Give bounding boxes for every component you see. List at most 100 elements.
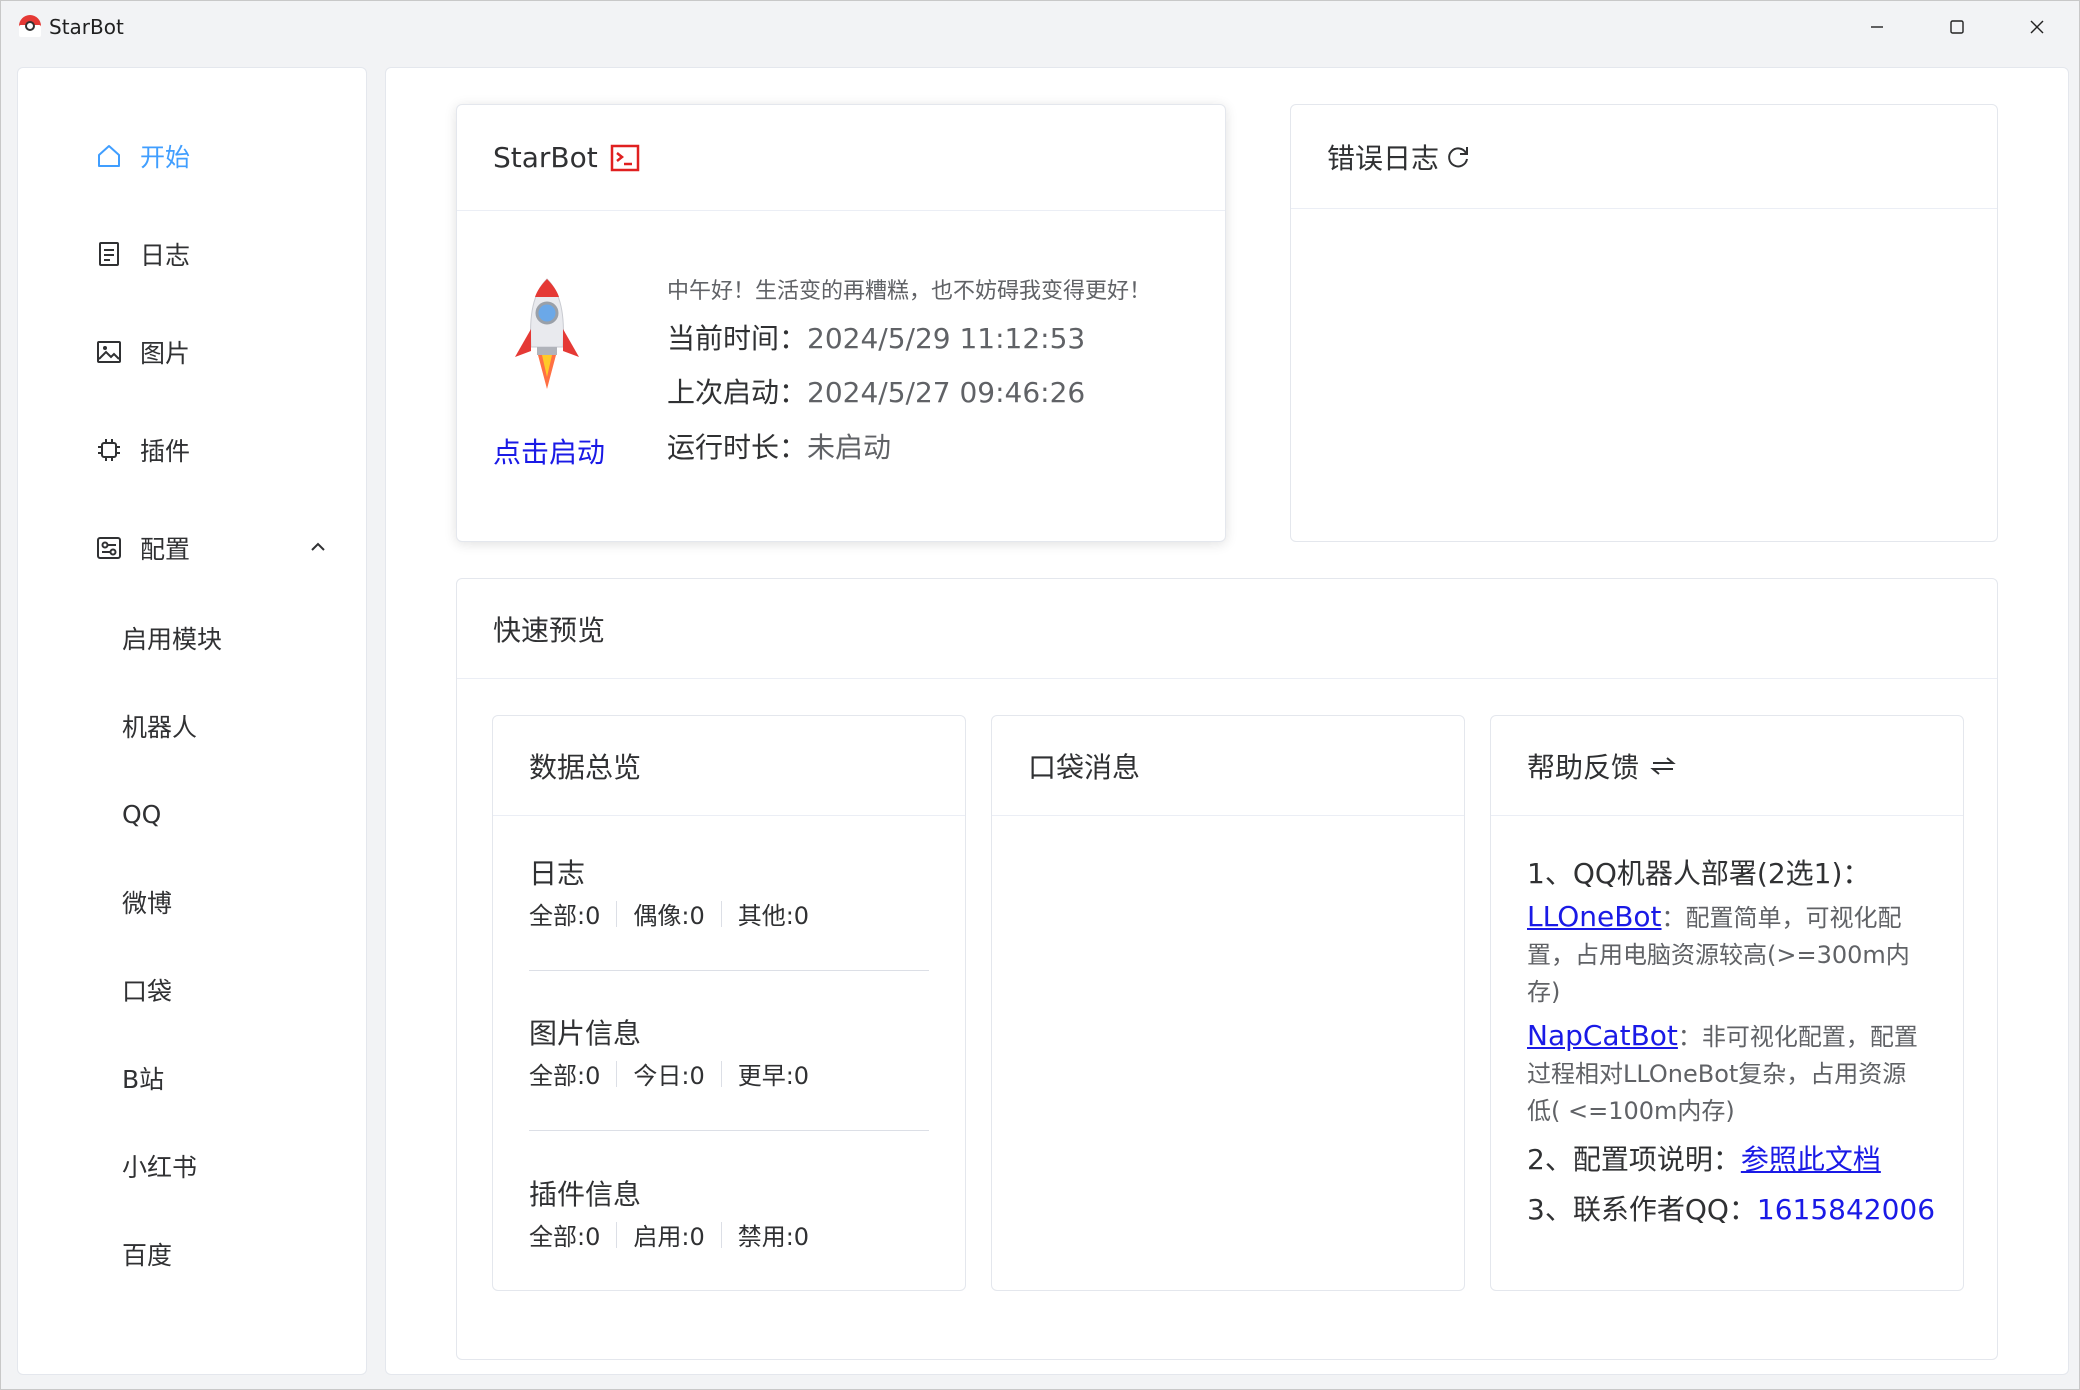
- pocket-messages-header: 口袋消息: [992, 716, 1464, 816]
- plugin-stats-title: 插件信息: [529, 1178, 642, 1211]
- stat-value: 其他:0: [737, 902, 810, 930]
- start-link[interactable]: 点击启动: [493, 431, 605, 471]
- help-feedback-title: 帮助反馈: [1527, 750, 1640, 784]
- sidebar-subitem-xiaohongshu[interactable]: 小红书: [18, 1131, 366, 1201]
- settings-panel-icon: [94, 533, 124, 563]
- napcat-desc: NapCatBot：非可视化配置，配置过程相对LLOneBot复杂，占用资源低(…: [1527, 1017, 1927, 1130]
- plugin-stats-line: 全部:0 启用:0 禁用:0: [529, 1217, 929, 1252]
- image-icon: [94, 337, 124, 367]
- help-line-3: 3、联系作者QQ：1615842006: [1527, 1188, 1935, 1228]
- sidebar-subitem-weibo[interactable]: 微博: [18, 867, 366, 937]
- help-line-2: 2、配置项说明：参照此文档: [1527, 1138, 1927, 1178]
- help-line-1: 1、QQ机器人部署(2选1)：: [1527, 857, 1871, 890]
- error-log-card: 错误日志: [1290, 104, 1998, 542]
- swap-icon[interactable]: [1649, 754, 1677, 778]
- llonebot-link[interactable]: LLOneBot: [1527, 900, 1662, 933]
- minimize-button[interactable]: [1837, 1, 1917, 53]
- sidebar-subitem-robot[interactable]: 机器人: [18, 691, 366, 761]
- title-bar: StarBot: [1, 1, 2079, 53]
- sidebar-subitem-baidu[interactable]: 百度: [18, 1219, 366, 1289]
- document-icon: [94, 239, 124, 269]
- app-logo-icon: [19, 15, 41, 37]
- help-body: 1、QQ机器人部署(2选1)： LLOneBot：配置简单，可视化配置，占用电脑…: [1527, 852, 1935, 1234]
- sidebar-item-label: 日志: [140, 241, 191, 270]
- log-stats: 日志 全部:0 偶像:0 其他:0: [529, 852, 929, 931]
- app-window: StarBot 开始 日志 图片 插件 配置 启用模块 机器人 QQ 微博 口袋…: [0, 0, 2080, 1390]
- sidebar-item-label: 插件: [140, 437, 191, 466]
- pocket-messages-card: 口袋消息: [991, 715, 1465, 1291]
- image-stats: 图片信息 全部:0 今日:0 更早:0: [529, 1012, 929, 1091]
- divider: [720, 1060, 722, 1087]
- home-icon: [94, 141, 124, 171]
- stat-value: 全部:0: [529, 902, 601, 930]
- refresh-icon[interactable]: [1445, 144, 1471, 170]
- close-button[interactable]: [1997, 1, 2077, 53]
- sidebar-item-start[interactable]: 开始: [18, 121, 366, 191]
- stat-value: 更早:0: [737, 1062, 810, 1090]
- image-stats-title: 图片信息: [529, 1017, 642, 1050]
- current-time-label: 当前时间：: [667, 322, 808, 355]
- contact-qq[interactable]: 1615842006: [1757, 1193, 1935, 1226]
- stat-value: 偶像:0: [633, 902, 705, 930]
- sidebar-item-images[interactable]: 图片: [18, 317, 366, 387]
- sidebar-item-label: 开始: [140, 143, 191, 172]
- contact-label: 3、联系作者QQ：: [1527, 1193, 1757, 1226]
- uptime-label: 运行时长：: [667, 431, 808, 464]
- divider: [616, 900, 618, 927]
- rocket-icon[interactable]: [507, 275, 587, 395]
- napcatbot-link[interactable]: NapCatBot: [1527, 1019, 1678, 1052]
- data-overview-header: 数据总览: [493, 716, 965, 816]
- sidebar-item-log[interactable]: 日志: [18, 219, 366, 289]
- chevron-up-icon: [311, 542, 325, 551]
- pocket-messages-title: 口袋消息: [1028, 750, 1141, 784]
- image-stats-line: 全部:0 今日:0 更早:0: [529, 1056, 929, 1091]
- llonebot-desc: LLOneBot：配置简单，可视化配置，占用电脑资源较高(>=300m内存): [1527, 898, 1927, 1011]
- terminal-icon[interactable]: [610, 144, 640, 172]
- divider: [529, 970, 929, 971]
- last-start-value: 2024/5/27 09:46:26: [807, 376, 1086, 409]
- main-content: StarBot 点击启动 中午好！生活变的再糟糕，也不妨碍我变得更好！ 当前时间…: [385, 67, 2069, 1375]
- starbot-card: StarBot 点击启动 中午好！生活变的再糟糕，也不妨碍我变得更好！ 当前时间…: [456, 104, 1226, 542]
- help-feedback-header: 帮助反馈: [1491, 716, 1963, 816]
- data-overview-card: 数据总览 日志 全部:0 偶像:0 其他:0 图片信息 全部:0 今日:0 更早…: [492, 715, 966, 1291]
- config-doc-link[interactable]: 参照此文档: [1741, 1143, 1881, 1176]
- chip-icon: [94, 435, 124, 465]
- close-icon: [2030, 20, 2044, 34]
- log-stats-line: 全部:0 偶像:0 其他:0: [529, 896, 929, 931]
- stat-value: 禁用:0: [737, 1223, 810, 1251]
- last-start-row: 上次启动：2024/5/27 09:46:26: [667, 371, 1085, 411]
- starbot-card-header: StarBot: [457, 105, 1225, 211]
- sidebar-item-label: 图片: [140, 339, 191, 368]
- stat-value: 全部:0: [529, 1223, 601, 1251]
- sidebar-subitem-modules[interactable]: 启用模块: [18, 603, 366, 673]
- sidebar: 开始 日志 图片 插件 配置 启用模块 机器人 QQ 微博 口袋 B站 小红书 …: [17, 67, 367, 1375]
- log-stats-title: 日志: [529, 857, 586, 890]
- maximize-button[interactable]: [1917, 1, 1997, 53]
- sidebar-item-plugins[interactable]: 插件: [18, 415, 366, 485]
- quick-preview-card: 快速预览 数据总览 日志 全部:0 偶像:0 其他:0 图片信息 全部:0 今日…: [456, 578, 1998, 1360]
- current-time-value: 2024/5/29 11:12:53: [807, 322, 1086, 355]
- minimize-icon: [1871, 26, 1883, 28]
- stat-value: 今日:0: [633, 1062, 705, 1090]
- maximize-icon: [1950, 20, 1964, 34]
- quick-preview-title: 快速预览: [493, 613, 606, 647]
- last-start-label: 上次启动：: [667, 376, 808, 409]
- sidebar-subitem-qq[interactable]: QQ: [18, 779, 366, 849]
- sidebar-item-config[interactable]: 配置: [18, 513, 366, 583]
- sidebar-subitem-pocket[interactable]: 口袋: [18, 955, 366, 1025]
- error-log-header: 错误日志: [1291, 105, 1997, 209]
- data-overview-title: 数据总览: [529, 750, 642, 784]
- quick-preview-header: 快速预览: [457, 579, 1997, 679]
- config-doc-label: 2、配置项说明：: [1527, 1143, 1741, 1176]
- sidebar-subitem-bilibili[interactable]: B站: [18, 1043, 366, 1113]
- stat-value: 全部:0: [529, 1062, 601, 1090]
- stat-value: 启用:0: [633, 1223, 705, 1251]
- divider: [616, 1060, 618, 1087]
- window-title: StarBot: [49, 15, 124, 39]
- divider: [720, 900, 722, 927]
- help-feedback-card: 帮助反馈 1、QQ机器人部署(2选1)： LLOneBot：配置简单，可视化配置…: [1490, 715, 1964, 1291]
- sidebar-item-label: 配置: [140, 535, 191, 564]
- uptime-row: 运行时长：未启动: [667, 426, 891, 466]
- plugin-stats: 插件信息 全部:0 启用:0 禁用:0: [529, 1173, 929, 1252]
- error-log-title: 错误日志: [1327, 141, 1440, 175]
